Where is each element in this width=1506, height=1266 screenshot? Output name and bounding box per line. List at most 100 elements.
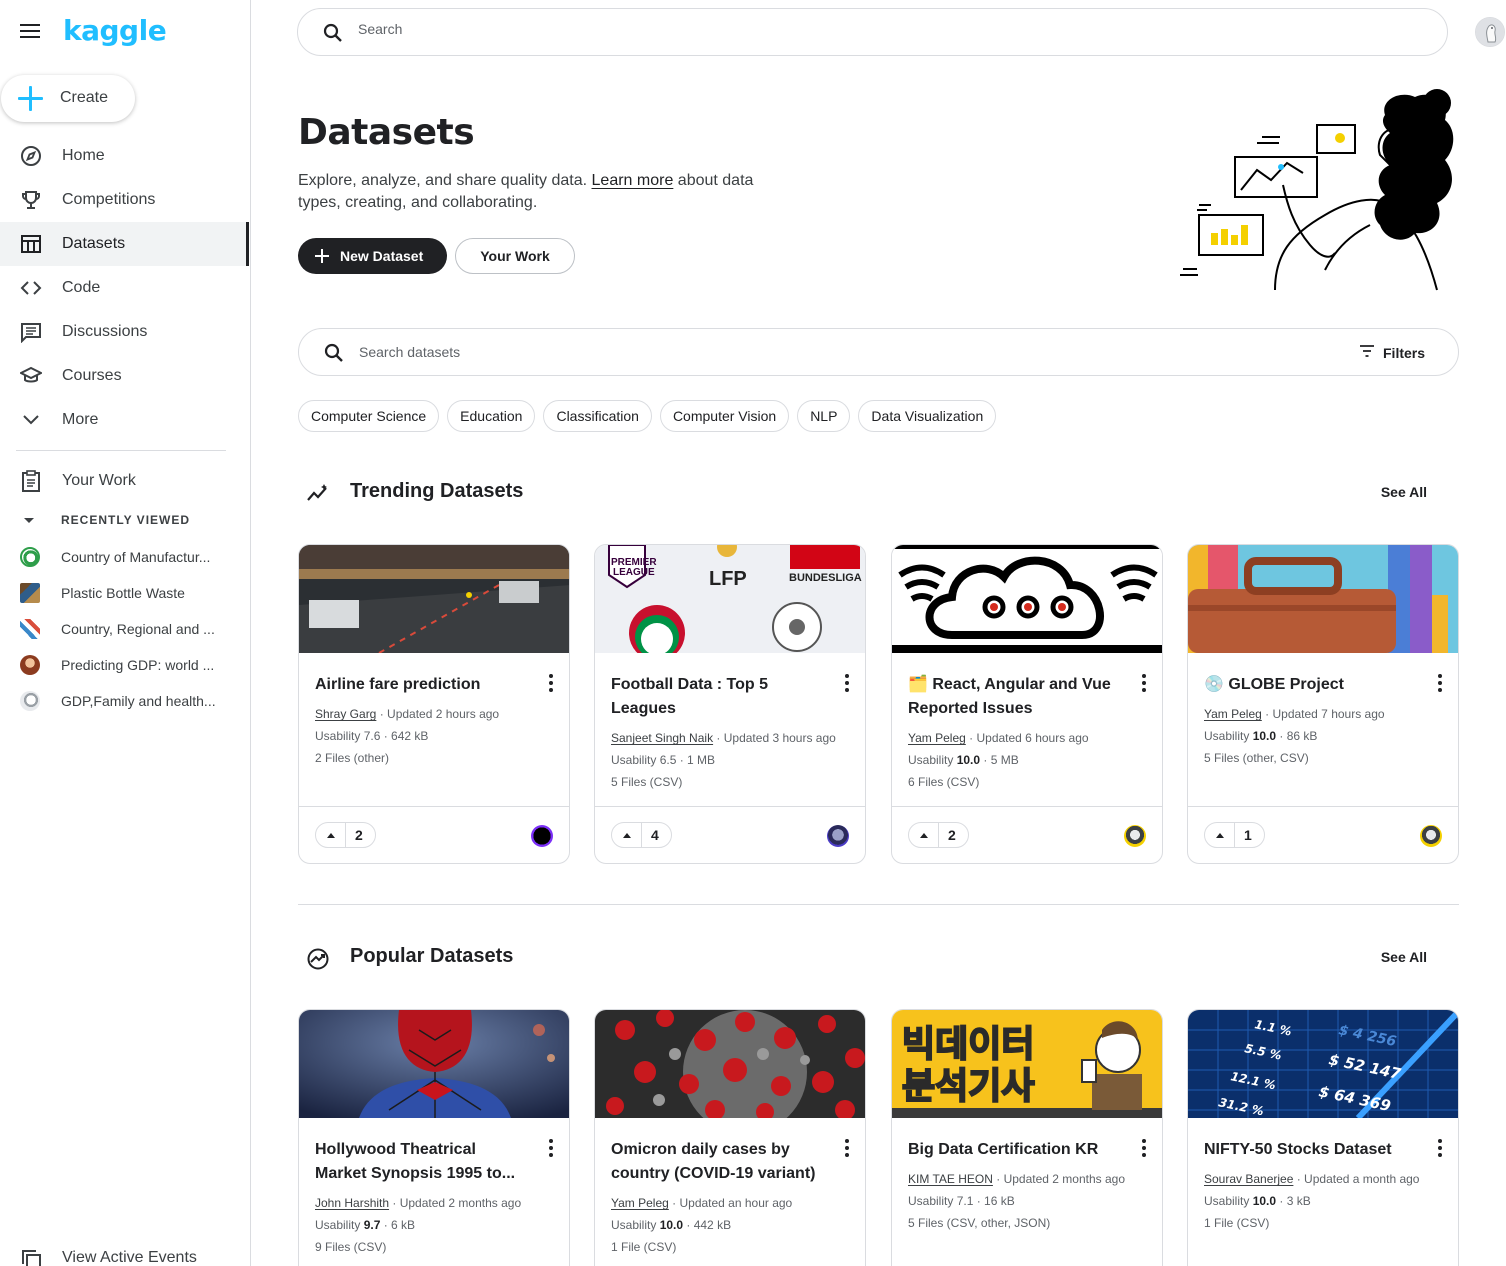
upvote-button[interactable]: 1 xyxy=(1204,822,1265,848)
recent-item[interactable]: GDP,Family and health... xyxy=(0,683,250,719)
dataset-title[interactable]: Airline fare prediction xyxy=(315,673,531,697)
dataset-stats: Usability 10.0 · 86 kB xyxy=(1204,728,1449,744)
page-title: Datasets xyxy=(298,112,475,153)
events-icon xyxy=(20,1248,42,1266)
dataset-card[interactable]: PREMIER LEAGUE LFP BUNDESLIGA Football Data… xyxy=(594,544,866,864)
more-options-icon[interactable] xyxy=(545,673,557,693)
owner-avatar[interactable] xyxy=(1420,825,1442,847)
menu-icon[interactable] xyxy=(20,24,40,40)
sidebar-item-code[interactable]: Code xyxy=(0,266,250,310)
chip-classification[interactable]: Classification xyxy=(543,400,652,432)
dataset-card[interactable]: 빅데이터 분석기사 Big Data Certification KR KIM T… xyxy=(891,1009,1163,1266)
owner-avatar[interactable] xyxy=(827,825,849,847)
chip-computer-vision[interactable]: Computer Vision xyxy=(659,400,790,432)
dataset-byline: Yam Peleg · Updated 7 hours ago xyxy=(1204,706,1449,722)
page-description: Explore, analyze, and share quality data… xyxy=(298,170,798,214)
your-work-button[interactable]: Your Work xyxy=(455,238,575,274)
more-options-icon[interactable] xyxy=(1138,673,1150,693)
author-link[interactable]: Yam Peleg xyxy=(1204,707,1262,721)
more-options-icon[interactable] xyxy=(1434,673,1446,693)
sidebar-item-your-work[interactable]: Your Work xyxy=(0,459,250,503)
author-link[interactable]: Yam Peleg xyxy=(908,731,966,745)
chip-education[interactable]: Education xyxy=(447,400,536,432)
updated-text: · Updated 2 months ago xyxy=(389,1196,522,1210)
owner-avatar[interactable] xyxy=(1124,825,1146,847)
filters-button[interactable]: Filters xyxy=(1359,343,1425,363)
usability-label: Usability xyxy=(908,753,957,767)
dataset-card[interactable]: Hollywood Theatrical Market Synopsis 199… xyxy=(298,1009,570,1266)
filters-label: Filters xyxy=(1383,345,1426,361)
sidebar-item-courses[interactable]: Courses xyxy=(0,354,250,398)
upvote-button[interactable]: 4 xyxy=(611,822,672,848)
recent-item[interactable]: Country of Manufactur... xyxy=(0,539,250,575)
dataset-stats: Usability 9.7 · 6 kB xyxy=(315,1217,560,1233)
more-options-icon[interactable] xyxy=(545,1138,557,1158)
dataset-card[interactable]: 💿 GLOBE Project Yam Peleg · Updated 7 ho… xyxy=(1187,544,1459,864)
author-link[interactable]: KIM TAE HEON xyxy=(908,1172,993,1186)
more-options-icon[interactable] xyxy=(841,673,853,693)
chip-data-visualization[interactable]: Data Visualization xyxy=(858,400,997,432)
new-dataset-button[interactable]: New Dataset xyxy=(298,238,447,274)
sidebar-item-competitions[interactable]: Competitions xyxy=(0,178,250,222)
usability-value: 6.5 xyxy=(659,753,677,767)
new-dataset-label: New Dataset xyxy=(340,248,424,264)
recent-item[interactable]: Plastic Bottle Waste xyxy=(0,575,250,611)
author-link[interactable]: Sourav Banerjee xyxy=(1204,1172,1293,1186)
sidebar-item-home[interactable]: Home xyxy=(0,134,250,178)
dataset-card[interactable]: 1.1 % 5.5 % 12.1 % 31.2 % $ 4 256 $ 52 147 $ 6… xyxy=(1187,1009,1459,1266)
sidebar-item-datasets[interactable]: Datasets xyxy=(0,222,249,266)
dataset-title[interactable]: 🗂️ React, Angular and Vue Reported Issue… xyxy=(908,673,1124,721)
see-all-trending-link[interactable]: See All xyxy=(1381,484,1427,500)
league-text: LEAGUE xyxy=(613,567,655,578)
caret-down-icon xyxy=(24,517,34,523)
usability-value: 9.7 xyxy=(363,1218,381,1232)
recent-item-label: Country, Regional and ... xyxy=(61,621,215,637)
recent-item[interactable]: Country, Regional and ... xyxy=(0,611,250,647)
author-link[interactable]: Yam Peleg xyxy=(611,1196,669,1210)
author-link[interactable]: Sanjeet Singh Naik xyxy=(611,731,713,745)
trending-icon xyxy=(306,482,330,509)
vote-count: 2 xyxy=(355,827,363,843)
avatar xyxy=(20,655,40,675)
sidebar-item-label: Your Work xyxy=(62,472,136,489)
kaggle-logo[interactable]: kaggle xyxy=(63,14,167,47)
upvote-icon xyxy=(623,833,631,838)
chip-computer-science[interactable]: Computer Science xyxy=(298,400,440,432)
owner-avatar[interactable] xyxy=(531,825,553,847)
learn-more-link[interactable]: Learn more xyxy=(592,172,674,189)
section-title: Popular Datasets xyxy=(350,945,514,967)
dataset-card[interactable]: Airline fare prediction Shray Garg · Upd… xyxy=(298,544,570,864)
author-link[interactable]: John Harshith xyxy=(315,1196,389,1210)
global-search-bar xyxy=(297,8,1448,56)
dataset-cover-image: 1.1 % 5.5 % 12.1 % 31.2 % $ 4 256 $ 52 147 $ 6… xyxy=(1188,1010,1458,1118)
upvote-button[interactable]: 2 xyxy=(908,822,969,848)
card-divider xyxy=(595,806,865,807)
upvote-icon xyxy=(327,833,335,838)
more-options-icon[interactable] xyxy=(841,1138,853,1158)
recently-viewed-toggle[interactable]: RECENTLY VIEWED xyxy=(20,510,189,530)
dataset-title[interactable]: Football Data : Top 5 Leagues xyxy=(611,673,827,721)
more-options-icon[interactable] xyxy=(1138,1138,1150,1158)
dataset-title[interactable]: Big Data Certification KR xyxy=(908,1138,1124,1162)
dataset-title[interactable]: NIFTY-50 Stocks Dataset xyxy=(1204,1138,1420,1162)
dataset-card[interactable]: 🗂️ React, Angular and Vue Reported Issue… xyxy=(891,544,1163,864)
view-active-events-button[interactable]: View Active Events xyxy=(0,1240,250,1266)
more-options-icon[interactable] xyxy=(1434,1138,1446,1158)
create-button[interactable]: Create xyxy=(1,75,135,122)
upvote-button[interactable]: 2 xyxy=(315,822,376,848)
size-text: · 5 MB xyxy=(980,753,1019,767)
code-icon xyxy=(20,277,42,299)
recent-item[interactable]: Predicting GDP: world ... xyxy=(0,647,250,683)
dataset-title[interactable]: 💿 GLOBE Project xyxy=(1204,673,1420,697)
user-avatar[interactable] xyxy=(1475,17,1505,47)
dataset-title[interactable]: Omicron daily cases by country (COVID-19… xyxy=(611,1138,827,1186)
chip-nlp[interactable]: NLP xyxy=(797,400,851,432)
dataset-title[interactable]: Hollywood Theatrical Market Synopsis 199… xyxy=(315,1138,531,1186)
dataset-card[interactable]: Omicron daily cases by country (COVID-19… xyxy=(594,1009,866,1266)
global-search-input[interactable] xyxy=(358,21,1358,37)
author-link[interactable]: Shray Garg xyxy=(315,707,376,721)
dataset-search-input[interactable] xyxy=(359,344,1259,360)
sidebar-item-discussions[interactable]: Discussions xyxy=(0,310,250,354)
sidebar-item-more[interactable]: More xyxy=(0,398,250,442)
see-all-popular-link[interactable]: See All xyxy=(1381,949,1427,965)
